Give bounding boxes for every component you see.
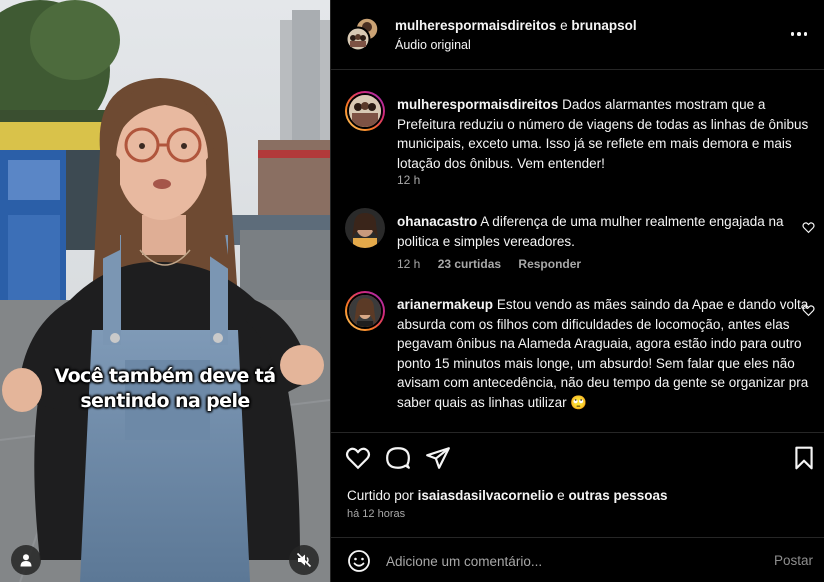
emoji-picker-icon[interactable] <box>347 549 371 573</box>
overlay-line-1: Você também deve tá <box>54 365 277 387</box>
comment-text: Estou vendo as mães saindo da Apae e dan… <box>397 297 809 410</box>
tagged-users-button[interactable] <box>11 545 41 575</box>
post-timestamp[interactable]: há 12 horas <box>347 508 405 520</box>
liked-by-others-link[interactable]: outras pessoas <box>568 488 667 503</box>
comment-like-heart-icon[interactable] <box>802 221 815 234</box>
commenter-avatar[interactable] <box>345 291 385 331</box>
post-comment-button[interactable]: Postar <box>774 553 813 568</box>
mute-toggle-button[interactable] <box>289 545 319 575</box>
commenter-avatar[interactable] <box>345 208 385 248</box>
comments-list[interactable]: mulherespormaisdireitos Dados alarmantes… <box>331 71 824 432</box>
commenter-avatar-image <box>345 208 385 248</box>
save-bookmark-icon[interactable] <box>791 445 817 471</box>
comment-bubble-icon[interactable] <box>385 445 411 471</box>
comment-time[interactable]: 12 h <box>397 257 420 271</box>
comment-likes[interactable]: 23 curtidas <box>438 257 501 271</box>
video-frame-scene <box>0 0 330 582</box>
add-comment-bar: Postar <box>331 537 824 582</box>
caption-username[interactable]: mulherespormaisdireitos <box>397 97 558 112</box>
more-options-button[interactable] <box>787 22 811 46</box>
author-link-1[interactable]: mulherespormaisdireitos <box>395 18 556 33</box>
liked-by-summary: Curtido por isaiasdasilvacornelio e outr… <box>347 488 667 503</box>
caption-text-block: mulherespormaisdireitos Dados alarmantes… <box>397 95 811 173</box>
muted-speaker-icon <box>296 552 312 568</box>
share-paper-plane-icon[interactable] <box>425 445 451 471</box>
more-dot-icon <box>790 32 795 36</box>
comment-username[interactable]: arianermakeup <box>397 297 493 312</box>
more-dot-icon <box>803 32 808 36</box>
liked-by-user-link[interactable]: isaiasdasilvacornelio <box>418 488 554 503</box>
post-header: mulherespormaisdireitos e brunapsol Áudi… <box>331 0 824 70</box>
post-viewer: Você também deve tá sentindo na pele mul… <box>0 0 824 582</box>
comment-emoji: 🙄 <box>570 394 588 410</box>
overlay-line-2: sentindo na pele <box>80 390 250 412</box>
comment-username[interactable]: ohanacastro <box>397 214 477 229</box>
caption-time[interactable]: 12 h <box>397 173 420 187</box>
like-heart-icon[interactable] <box>345 445 371 471</box>
video-text-overlay: Você também deve tá sentindo na pele <box>0 364 330 414</box>
comment-like-heart-icon[interactable] <box>802 304 815 317</box>
caption-meta: 12 h <box>397 173 434 187</box>
comment-input[interactable] <box>386 548 746 574</box>
post-authors: mulherespormaisdireitos e brunapsol <box>395 18 637 33</box>
collab-avatars[interactable] <box>345 16 381 52</box>
comment-text-block: arianermakeup Estou vendo as mães saindo… <box>397 295 811 412</box>
reply-button[interactable]: Responder <box>518 257 581 271</box>
reel-video[interactable]: Você também deve tá sentindo na pele <box>0 0 330 582</box>
author-conjunction: e <box>560 18 568 33</box>
group-avatar-image <box>349 95 381 127</box>
comment-meta: 12 h 23 curtidas Responder <box>397 257 595 271</box>
liked-by-conjunction: e <box>557 488 565 503</box>
comment-text-block: ohanacastro A diferença de uma mulher re… <box>397 212 811 251</box>
liked-by-prefix: Curtido por <box>347 488 414 503</box>
post-side-panel: mulherespormaisdireitos e brunapsol Áudi… <box>330 0 824 582</box>
commenter-avatar-image <box>349 295 381 327</box>
user-icon <box>20 554 32 567</box>
caption-avatar[interactable] <box>345 91 385 131</box>
like-heart-icon[interactable] <box>676 445 702 471</box>
more-dot-icon <box>797 32 801 36</box>
audio-label[interactable]: Áudio original <box>395 38 471 52</box>
author-link-2[interactable]: brunapsol <box>571 18 636 33</box>
post-actions: Curtido por isaiasdasilvacornelio e outr… <box>331 432 824 537</box>
